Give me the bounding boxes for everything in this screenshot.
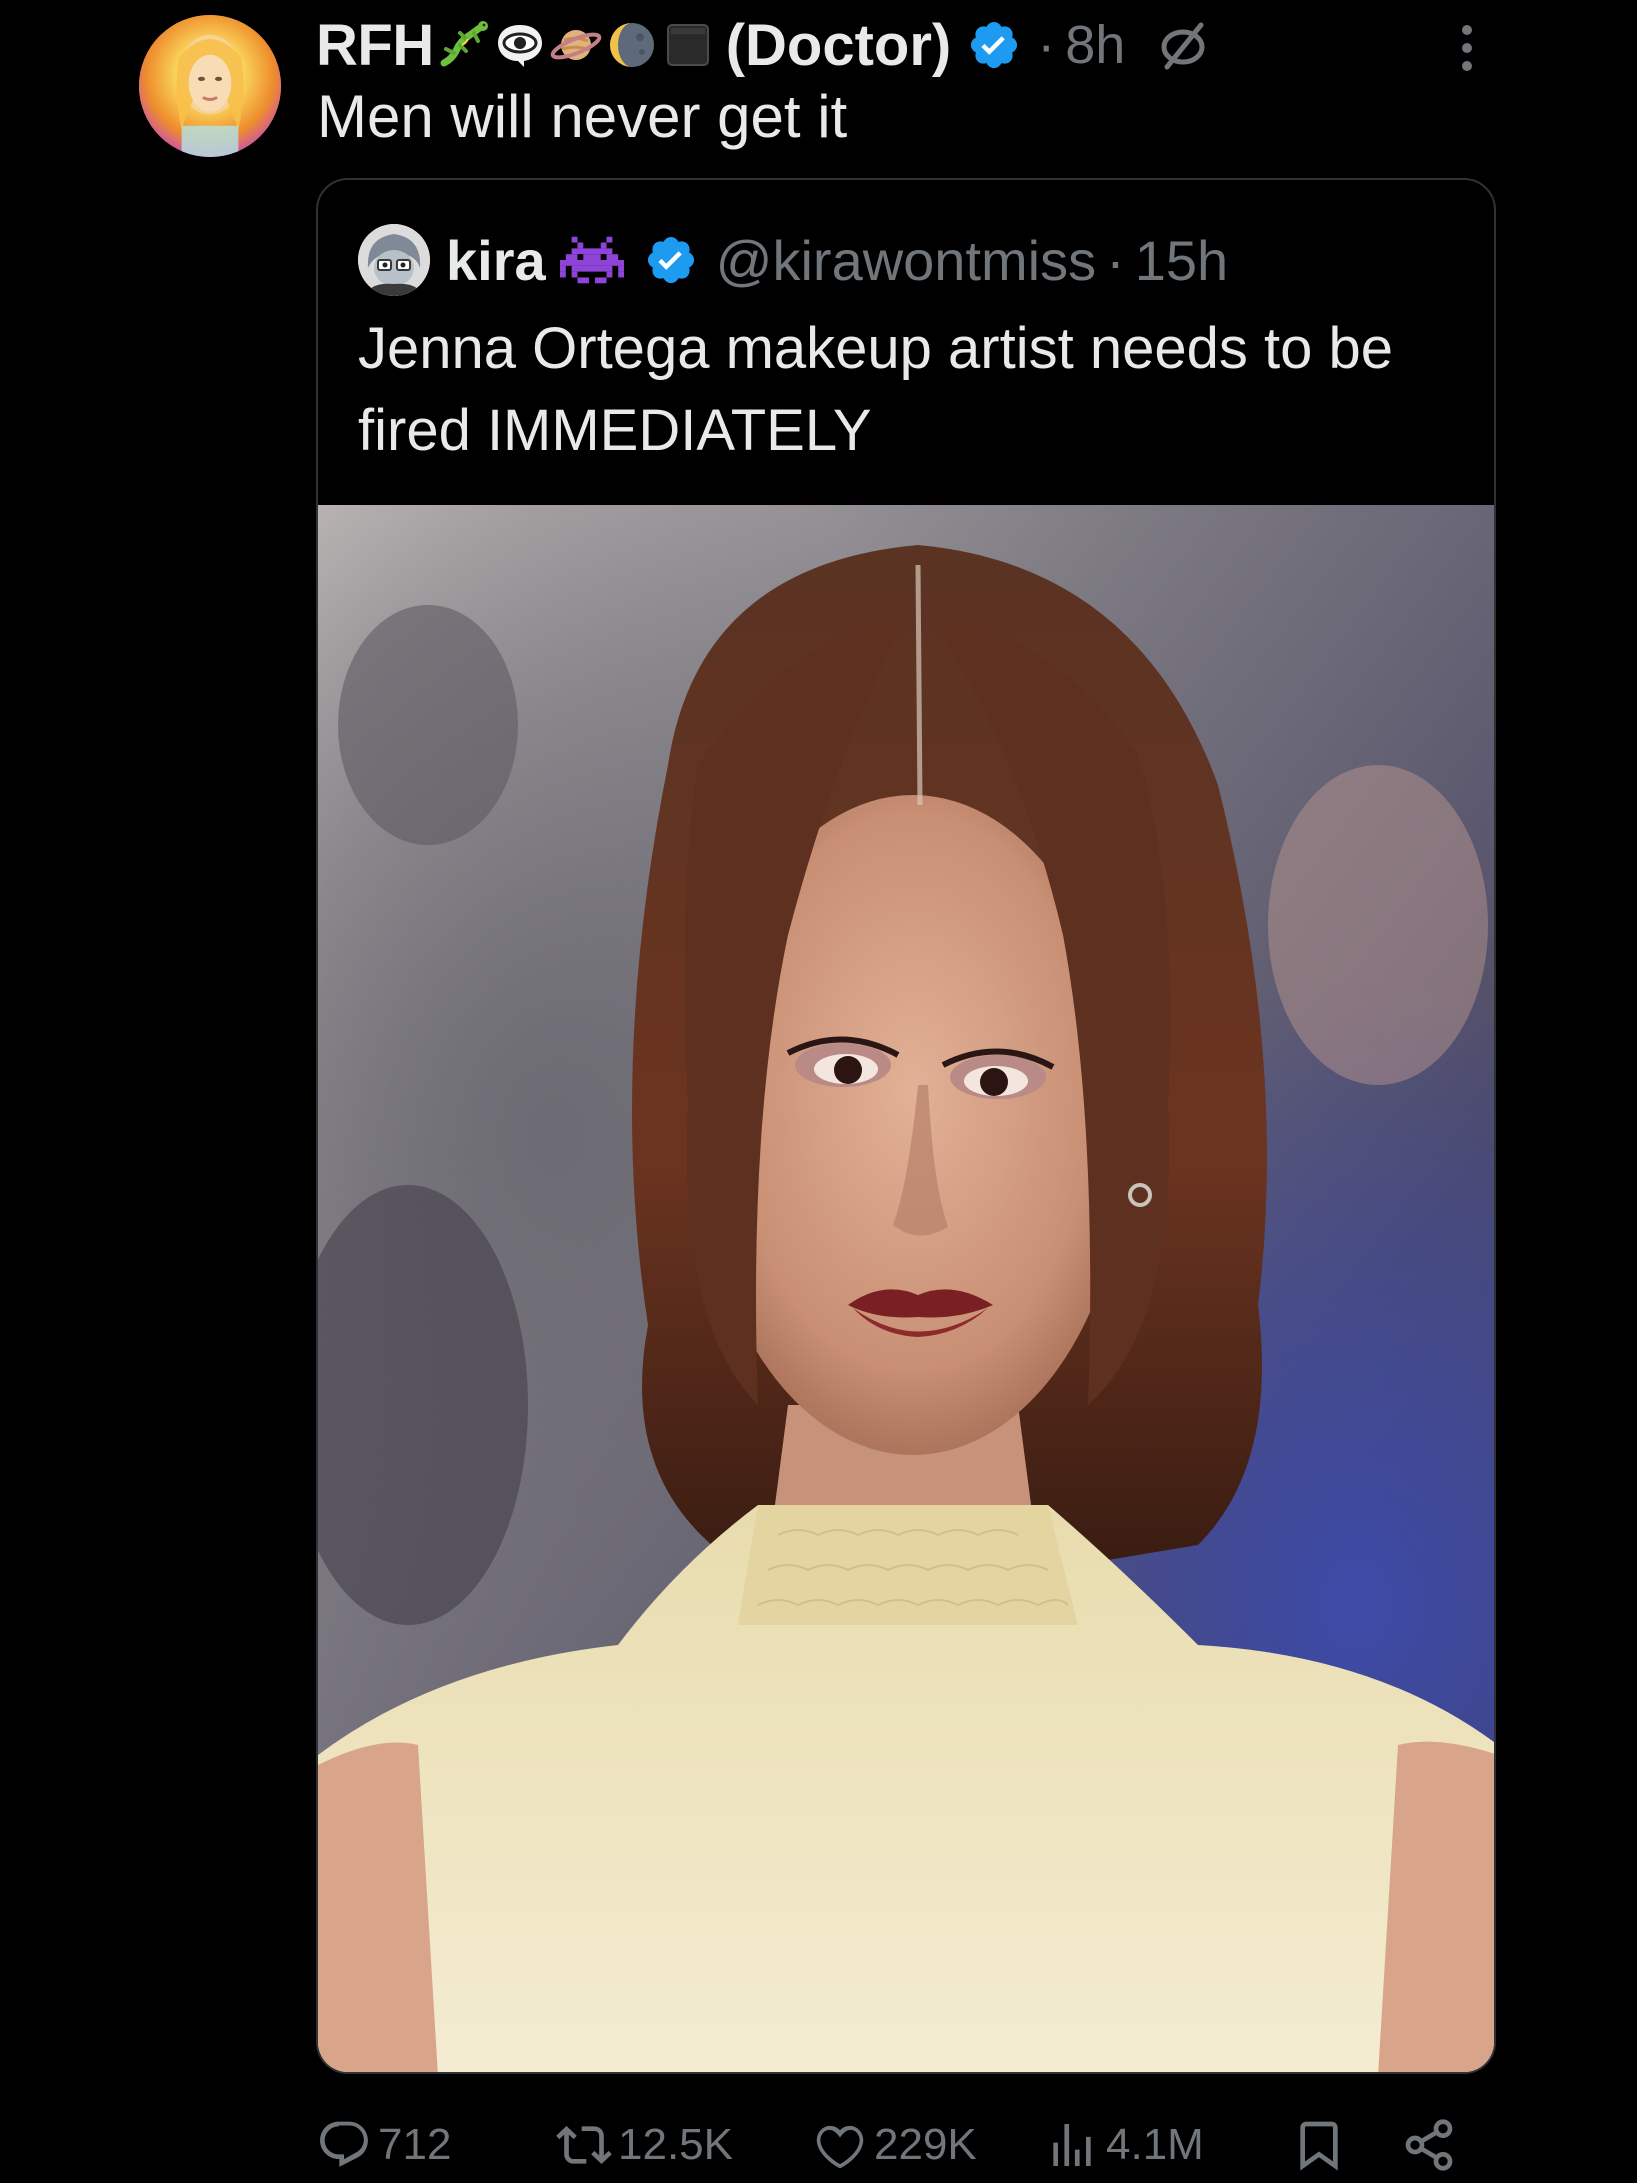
quote-text: Jenna Ortega makeup artist needs to be f… xyxy=(358,316,1393,463)
lizard-emoji xyxy=(438,19,490,71)
quote-handle[interactable]: @kirawontmiss xyxy=(716,228,1096,293)
more-options-icon xyxy=(1462,25,1472,71)
quote-avatar[interactable] xyxy=(358,224,430,296)
null-set-icon xyxy=(1155,17,1211,73)
post-text: Men will never get it xyxy=(317,83,848,150)
header-separator: · xyxy=(1037,15,1056,75)
space-invader-emoji xyxy=(559,228,624,292)
share-icon xyxy=(1401,2117,1457,2173)
quote-display-name[interactable]: kira xyxy=(446,228,546,293)
views-icon xyxy=(1044,2117,1100,2173)
quoted-post-card[interactable]: kira @kirawontmiss · 15h Jenna Ortega ma… xyxy=(316,178,1496,2074)
display-name[interactable]: RFH xyxy=(316,12,434,79)
ringed-planet-emoji xyxy=(550,19,602,71)
quote-avatar-image xyxy=(358,224,430,296)
portrait-photo xyxy=(318,505,1494,2072)
verified-badge-icon[interactable] xyxy=(967,18,1021,72)
share-button[interactable] xyxy=(1401,2110,1457,2180)
post-header: RFH (Doctor) · 8h xyxy=(316,10,1211,80)
quote-verified-badge-icon[interactable] xyxy=(644,233,698,287)
quote-header: kira @kirawontmiss · 15h xyxy=(358,220,1228,300)
bookmark-button[interactable] xyxy=(1291,2110,1347,2180)
quote-separator: · xyxy=(1106,228,1125,292)
post-timestamp[interactable]: 8h xyxy=(1065,14,1125,76)
black-square-emoji xyxy=(662,19,714,71)
reply-button[interactable]: 712 xyxy=(316,2110,451,2180)
views-count: 4.1M xyxy=(1106,2120,1204,2169)
reply-icon xyxy=(316,2117,372,2173)
retweet-button[interactable]: 12.5K xyxy=(556,2110,733,2180)
like-icon xyxy=(812,2117,868,2173)
action-bar: 712 12.5K 229K 4.1M xyxy=(316,2110,1496,2180)
eye-in-speech-bubble-emoji xyxy=(494,19,546,71)
quote-timestamp[interactable]: 15h xyxy=(1135,228,1228,293)
reply-count: 712 xyxy=(378,2120,452,2169)
profile-avatar-image xyxy=(139,15,281,157)
like-button[interactable]: 229K xyxy=(812,2110,977,2180)
profile-avatar[interactable] xyxy=(139,15,281,157)
retweet-count: 12.5K xyxy=(618,2120,733,2169)
more-options-button[interactable] xyxy=(1445,20,1489,76)
display-name-suffix[interactable]: (Doctor) xyxy=(726,12,952,79)
quote-media-image[interactable] xyxy=(318,505,1494,2072)
like-count: 229K xyxy=(874,2120,977,2169)
retweet-icon xyxy=(556,2117,612,2173)
moon-phase-emoji xyxy=(606,19,658,71)
bookmark-icon xyxy=(1291,2117,1347,2173)
views-button[interactable]: 4.1M xyxy=(1044,2110,1204,2180)
